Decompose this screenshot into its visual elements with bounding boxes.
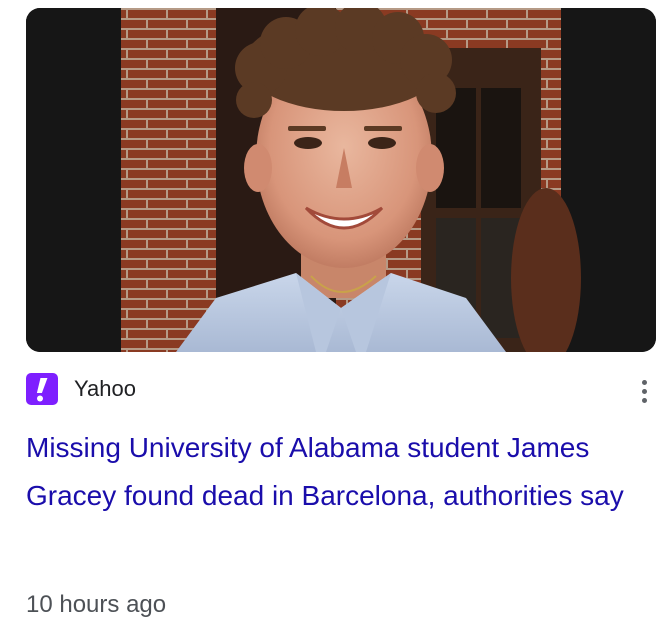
more-vert-icon[interactable] xyxy=(632,377,656,405)
source-name: Yahoo xyxy=(74,376,136,401)
source-row: Yahoo xyxy=(26,373,656,405)
article-thumbnail[interactable] xyxy=(26,8,656,352)
yahoo-logo-icon xyxy=(26,373,58,405)
thumbnail-image xyxy=(26,8,656,352)
menu-dot xyxy=(641,388,647,394)
article-timestamp: 10 hours ago xyxy=(26,591,167,618)
article-headline[interactable]: Missing University of Alabama student Ja… xyxy=(26,424,636,520)
news-card[interactable]: Yahoo Missing University of Alabama stud… xyxy=(0,0,668,632)
menu-dot xyxy=(641,397,647,403)
menu-dot xyxy=(641,379,647,385)
